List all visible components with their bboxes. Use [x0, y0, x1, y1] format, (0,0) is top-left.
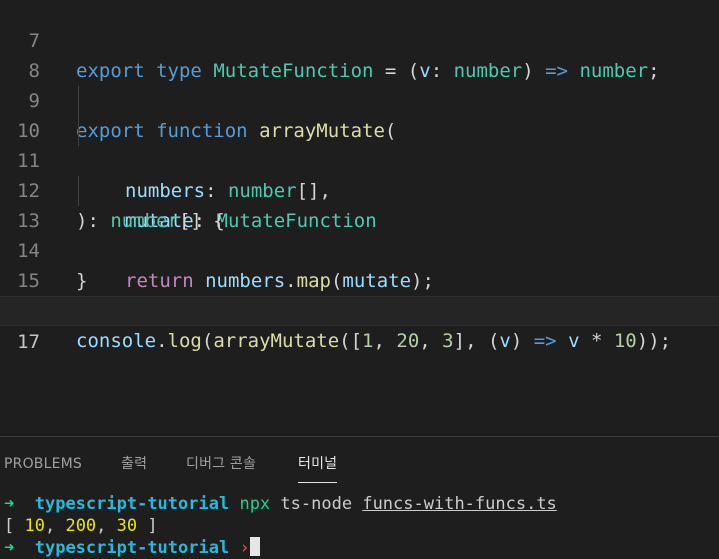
code-line-15[interactable]: 15 [0, 236, 719, 292]
tab-output[interactable]: 출력 [121, 437, 147, 491]
punct: )); [636, 330, 672, 352]
indent-guide [78, 176, 79, 206]
code-line-7[interactable]: 7 export type MutateFunction = (v: numbe… [0, 0, 719, 82]
code-line-11[interactable]: 11 mutate: MutateFunction [0, 116, 719, 232]
code-line-8[interactable]: 8 [0, 26, 719, 82]
method: log [167, 330, 202, 352]
code-line-10[interactable]: 10 numbers: number[], [0, 86, 719, 202]
code-line-13[interactable]: 13 return numbers.map(mutate); [0, 176, 719, 292]
code-line-17-current[interactable]: 17 [0, 296, 719, 353]
prompt-arrow-icon: ➜ [4, 494, 15, 514]
number: 1 [362, 330, 374, 352]
function-call: arrayMutate [213, 330, 340, 352]
output-value: 10 [24, 516, 45, 536]
panel-tabs: PROBLEMS 출력 디버그 콘솔 터미널 [0, 437, 719, 491]
file-link[interactable]: funcs-with-funcs.ts [362, 494, 556, 514]
output-value: 30 [116, 516, 138, 536]
number: 10 [613, 330, 637, 352]
bracket: [ [4, 516, 25, 536]
identifier: v [568, 330, 580, 352]
code-line-14[interactable]: 14 } [0, 206, 719, 292]
punct: ], ( [453, 330, 500, 352]
bottom-panel: PROBLEMS 출력 디버그 콘솔 터미널 ➜ typescript-tuto… [0, 436, 719, 559]
terminal[interactable]: ➜ typescript-tutorial npx ts-node funcs-… [0, 493, 719, 559]
terminal-cursor [249, 537, 260, 556]
param: v [499, 330, 511, 352]
number: 3 [442, 330, 454, 352]
indent-guide [78, 116, 79, 146]
punct: ([ [339, 330, 363, 352]
command-arg: ts-node [280, 494, 353, 514]
arrow: => [533, 330, 557, 352]
command: npx [239, 494, 271, 514]
paren: ( [201, 330, 214, 352]
comma: , [96, 516, 117, 536]
git-mark-icon: › [239, 538, 250, 558]
output-value: 200 [65, 516, 97, 536]
dot: . [156, 330, 168, 352]
code-editor[interactable]: 7 export type MutateFunction = (v: numbe… [0, 0, 719, 436]
code-line-12[interactable]: 12 ): number[] { [0, 146, 719, 232]
tab-debug-console[interactable]: 디버그 콘솔 [186, 437, 256, 491]
comma: , [373, 330, 397, 352]
tab-terminal[interactable]: 터미널 [298, 437, 338, 491]
indent-guide [78, 86, 79, 116]
number: 20 [396, 330, 420, 352]
code-line-16[interactable]: 16 console.log(arrayMutate([1, 20, 3], (… [0, 266, 719, 352]
punct: ) [510, 330, 534, 352]
comma: , [44, 516, 66, 536]
terminal-command-line: ➜ typescript-tutorial npx ts-node funcs-… [4, 493, 557, 515]
identifier: console [76, 330, 157, 352]
prompt-dir: typescript-tutorial [34, 538, 230, 558]
bracket: ] [137, 516, 158, 536]
prompt-arrow-icon: ➜ [4, 538, 15, 558]
terminal-output-line: [ 10, 200, 30 ] [4, 515, 158, 537]
operator: * [579, 330, 614, 352]
code-line-9[interactable]: 9 export function arrayMutate( [0, 56, 719, 142]
prompt-dir: typescript-tutorial [34, 494, 230, 514]
terminal-prompt-line: ➜ typescript-tutorial › [4, 537, 260, 559]
line-number: 17 [17, 331, 40, 353]
tab-problems[interactable]: PROBLEMS [4, 437, 82, 491]
comma: , [419, 330, 443, 352]
